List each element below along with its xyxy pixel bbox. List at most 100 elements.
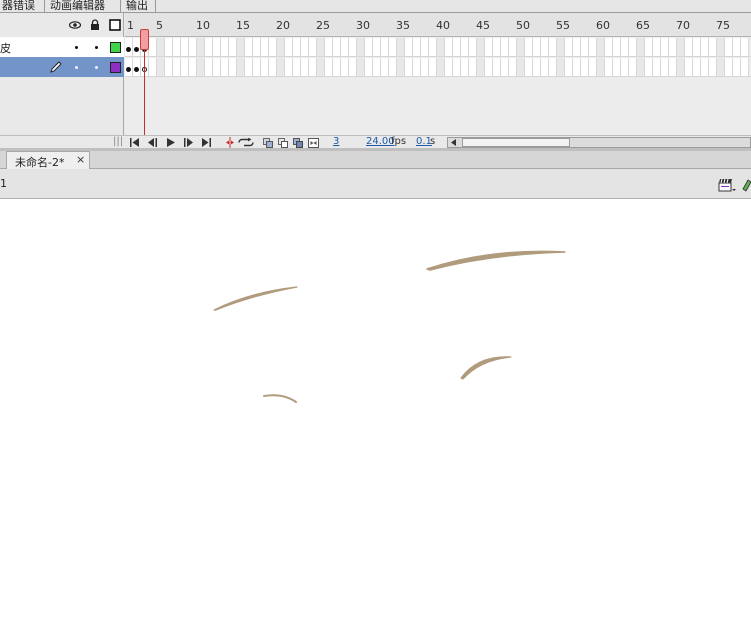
frame-cell[interactable] [541, 58, 549, 76]
frame-cell[interactable] [253, 58, 261, 76]
frame-cell[interactable] [269, 58, 277, 76]
frame-cell[interactable] [733, 38, 741, 56]
frame-cell[interactable] [485, 58, 493, 76]
frame-cell[interactable] [301, 38, 309, 56]
frame-cell[interactable] [741, 38, 749, 56]
frame-cell[interactable] [725, 58, 733, 76]
document-tab[interactable]: 未命名-2* × [6, 151, 90, 169]
frame-cell[interactable] [621, 38, 629, 56]
frame-cell[interactable] [565, 38, 573, 56]
frame-cell[interactable] [285, 58, 293, 76]
frame-cell[interactable] [661, 38, 669, 56]
frame-cell[interactable] [677, 38, 685, 56]
layer-row-selected[interactable] [0, 57, 124, 77]
frame-cell[interactable] [365, 58, 373, 76]
step-back-icon[interactable] [148, 138, 158, 147]
frame-cell[interactable] [293, 38, 301, 56]
frame-cell[interactable] [325, 38, 333, 56]
frame-cell[interactable] [565, 58, 573, 76]
frame-cell[interactable] [493, 58, 501, 76]
frame-cell[interactable] [413, 58, 421, 76]
frame-cell[interactable] [581, 38, 589, 56]
frame-cell[interactable] [517, 38, 525, 56]
frame-cell[interactable] [349, 58, 357, 76]
frame-cell[interactable] [549, 58, 557, 76]
frame-cell[interactable] [381, 58, 389, 76]
play-icon[interactable] [166, 138, 176, 147]
frame-cell[interactable] [405, 58, 413, 76]
lock-icon[interactable] [89, 19, 101, 31]
frame-cell[interactable] [261, 58, 269, 76]
frame-cell[interactable] [485, 38, 493, 56]
frame-cell[interactable] [437, 38, 445, 56]
frame-cell[interactable] [557, 58, 565, 76]
frame-cell[interactable] [245, 38, 253, 56]
keyframe[interactable] [126, 47, 131, 52]
onion-outline-icon[interactable] [278, 138, 288, 148]
timeline-scrollbar[interactable] [447, 137, 751, 148]
frame-cell[interactable] [677, 58, 685, 76]
frame-cell[interactable] [525, 38, 533, 56]
frame-cell[interactable] [533, 38, 541, 56]
keyframe[interactable] [126, 67, 131, 72]
frame-cell[interactable] [181, 38, 189, 56]
frame-cell[interactable] [637, 58, 645, 76]
frame-cell[interactable] [149, 38, 157, 56]
frame-cell[interactable] [277, 58, 285, 76]
frame-cell[interactable] [189, 38, 197, 56]
frame-cell[interactable] [165, 38, 173, 56]
loop-icon[interactable] [238, 138, 254, 147]
frame-cell[interactable] [373, 58, 381, 76]
frame-cell[interactable] [349, 38, 357, 56]
frame-cell[interactable] [477, 58, 485, 76]
frame-cell[interactable] [333, 38, 341, 56]
frame-cell[interactable] [421, 58, 429, 76]
frame-cell[interactable] [293, 58, 301, 76]
frame-cell[interactable] [205, 58, 213, 76]
frame-cell[interactable] [517, 58, 525, 76]
frame-cell[interactable] [173, 58, 181, 76]
frame-cell[interactable] [301, 58, 309, 76]
frame-cell[interactable] [445, 38, 453, 56]
frame-ruler[interactable]: 1 5 10 15 20 25 30 35 40 45 50 55 60 65 70 75 [125, 13, 751, 37]
frame-cell[interactable] [229, 38, 237, 56]
frame-cell[interactable] [685, 38, 693, 56]
frame-cell[interactable] [741, 58, 749, 76]
frame-cell[interactable] [549, 38, 557, 56]
frame-cell[interactable] [269, 38, 277, 56]
frame-cell[interactable] [685, 58, 693, 76]
frame-cell[interactable] [645, 58, 653, 76]
frame-cell[interactable] [253, 38, 261, 56]
frame-cell[interactable] [165, 58, 173, 76]
frame-cell[interactable] [181, 58, 189, 76]
frame-cell[interactable] [501, 38, 509, 56]
frame-cell[interactable] [157, 38, 165, 56]
frame-cell[interactable] [413, 38, 421, 56]
playhead[interactable] [140, 29, 149, 50]
frame-cell[interactable] [461, 38, 469, 56]
center-frame-icon[interactable] [226, 137, 234, 148]
frame-cell[interactable] [653, 38, 661, 56]
frame-cell[interactable] [589, 38, 597, 56]
frame-cell[interactable] [213, 38, 221, 56]
tab-compiler-errors[interactable]: 器错误 [0, 0, 40, 13]
frame-cell[interactable] [693, 58, 701, 76]
frame-cell[interactable] [541, 38, 549, 56]
frame-cell[interactable] [237, 58, 245, 76]
frame-cell[interactable] [469, 38, 477, 56]
edit-multiple-icon[interactable] [293, 138, 303, 148]
frame-cell[interactable] [381, 38, 389, 56]
frame-cell[interactable] [645, 38, 653, 56]
frame-cell[interactable] [629, 38, 637, 56]
frame-cell[interactable] [309, 58, 317, 76]
frame-cell[interactable] [509, 38, 517, 56]
frame-cell[interactable] [317, 38, 325, 56]
lock-dot[interactable] [95, 46, 98, 49]
frame-cell[interactable] [221, 58, 229, 76]
frame-cell[interactable] [493, 38, 501, 56]
frame-cell[interactable] [461, 58, 469, 76]
frame-cell[interactable] [525, 58, 533, 76]
frame-cell[interactable] [605, 58, 613, 76]
frame-cell[interactable] [325, 58, 333, 76]
frame-cell[interactable] [189, 58, 197, 76]
